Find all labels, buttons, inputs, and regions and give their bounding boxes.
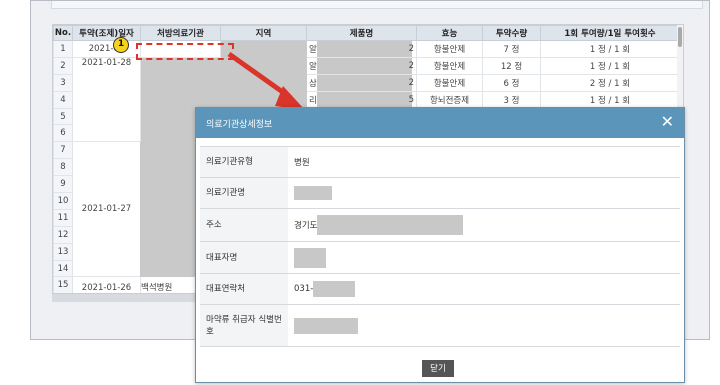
field-label: 마약류 취급자 식별번호 (200, 305, 288, 346)
cell-no: 14 (53, 259, 73, 278)
phone-prefix: 031- (294, 284, 314, 294)
cell-no: 7 (53, 141, 73, 160)
field-row-address: 주소 경기도 (200, 209, 680, 242)
cell-no: 9 (53, 175, 73, 194)
cell-quantity: 3 정 (482, 90, 541, 109)
cell-quantity: 12 정 (482, 56, 541, 75)
field-label: 의료기관명 (200, 178, 288, 208)
redacted-block (313, 281, 356, 297)
col-header-product[interactable]: 제품명 (306, 25, 417, 41)
modal-title: 의료기관상세정보 (206, 120, 273, 130)
cell-dose: 2 정 / 1 회 (540, 73, 680, 92)
modal-header: 의료기관상세정보 ✕ (196, 108, 684, 138)
col-header-dose[interactable]: 1회 투여량/1일 투여횟수 (540, 25, 680, 41)
field-label: 대표자명 (200, 242, 288, 273)
close-icon[interactable]: ✕ (661, 113, 674, 131)
cell-product: 리5 (306, 90, 417, 109)
cell-date: 2021-01-27 (72, 141, 141, 278)
redacted-block (317, 58, 412, 74)
field-label: 대표연락처 (200, 274, 288, 304)
cell-no: 2 (53, 56, 73, 75)
grid-header-row: No. 투약(조제)일자 처방의료기관 지역 제품명 효능 투약수량 1회 투여… (53, 25, 680, 41)
cell-date: 2021-01-28 (72, 56, 141, 143)
cell-no: 15 (53, 276, 73, 293)
product-suffix: 2 (408, 77, 414, 88)
redacted-block (317, 92, 412, 108)
cell-no: 12 (53, 225, 73, 244)
cell-product: 알2 (306, 40, 417, 58)
address-prefix: 경기도 (294, 221, 318, 231)
top-strip (51, 1, 703, 9)
product-suffix: 5 (408, 94, 414, 105)
field-row-name: 의료기관명 (200, 178, 680, 209)
field-value: 병원 (294, 158, 310, 168)
cell-no: 1 (53, 40, 73, 58)
cell-efficacy: 항불안제 (416, 56, 483, 75)
redacted-block (294, 317, 358, 334)
redacted-block (317, 215, 464, 235)
close-button[interactable]: 닫기 (422, 360, 454, 377)
col-header-quantity[interactable]: 투약수량 (482, 25, 541, 41)
cell-efficacy: 항불안제 (416, 73, 483, 92)
field-label: 주소 (200, 209, 288, 241)
field-value: 031- (288, 274, 680, 304)
col-header-efficacy[interactable]: 효능 (416, 25, 483, 41)
field-value (288, 242, 680, 273)
col-header-institution[interactable]: 처방의료기관 (140, 25, 221, 41)
cell-dose: 1 정 / 1 회 (540, 40, 680, 58)
cell-no: 11 (53, 208, 73, 227)
field-row-representative: 대표자명 (200, 242, 680, 274)
cell-dose: 1 정 / 1 회 (540, 56, 680, 75)
product-suffix: 2 (408, 60, 414, 71)
col-header-region[interactable]: 지역 (220, 25, 307, 41)
cell-date: 2021-01-26 (72, 276, 141, 293)
detail-table: 의료기관유형 병원 의료기관명 주소 경기도 대표자명 대표연락처 031- 마… (200, 146, 680, 347)
redacted-block (317, 75, 412, 91)
field-value (288, 305, 680, 346)
col-header-no[interactable]: No. (53, 25, 73, 41)
cell-no: 5 (53, 107, 73, 126)
redacted-block (294, 186, 332, 200)
cell-dose: 1 정 / 1 회 (540, 90, 680, 109)
redacted-block (294, 247, 326, 268)
cell-quantity: 7 정 (482, 40, 541, 58)
cell-no: 6 (53, 124, 73, 143)
cell-date: 2021-02 (72, 40, 141, 58)
field-label: 의료기관유형 (200, 147, 288, 177)
field-row-phone: 대표연락처 031- (200, 274, 680, 305)
highlight-institution-cell[interactable] (136, 43, 234, 60)
field-row-type: 의료기관유형 병원 (200, 147, 680, 178)
cell-efficacy: 항뇌전증제 (416, 90, 483, 109)
cell-product: 삼2 (306, 73, 417, 92)
product-suffix: 2 (408, 44, 414, 54)
cell-no: 10 (53, 192, 73, 210)
field-value (288, 178, 680, 208)
scrollbar-thumb[interactable] (678, 27, 682, 47)
step-badge: 1 (113, 37, 129, 53)
redacted-block (317, 41, 412, 57)
field-row-handler-id: 마약류 취급자 식별번호 (200, 305, 680, 347)
cell-no: 8 (53, 158, 73, 177)
col-header-date[interactable]: 투약(조제)일자 (72, 25, 141, 41)
cell-no: 13 (53, 242, 73, 261)
cell-no: 3 (53, 73, 73, 92)
institution-detail-modal: 의료기관상세정보 ✕ 의료기관유형 병원 의료기관명 주소 경기도 대표자명 대… (195, 107, 685, 383)
cell-no: 4 (53, 90, 73, 109)
cell-efficacy: 항불안제 (416, 40, 483, 58)
field-value: 경기도 (288, 209, 680, 241)
cell-product: 알2 (306, 56, 417, 75)
cell-quantity: 6 정 (482, 73, 541, 92)
